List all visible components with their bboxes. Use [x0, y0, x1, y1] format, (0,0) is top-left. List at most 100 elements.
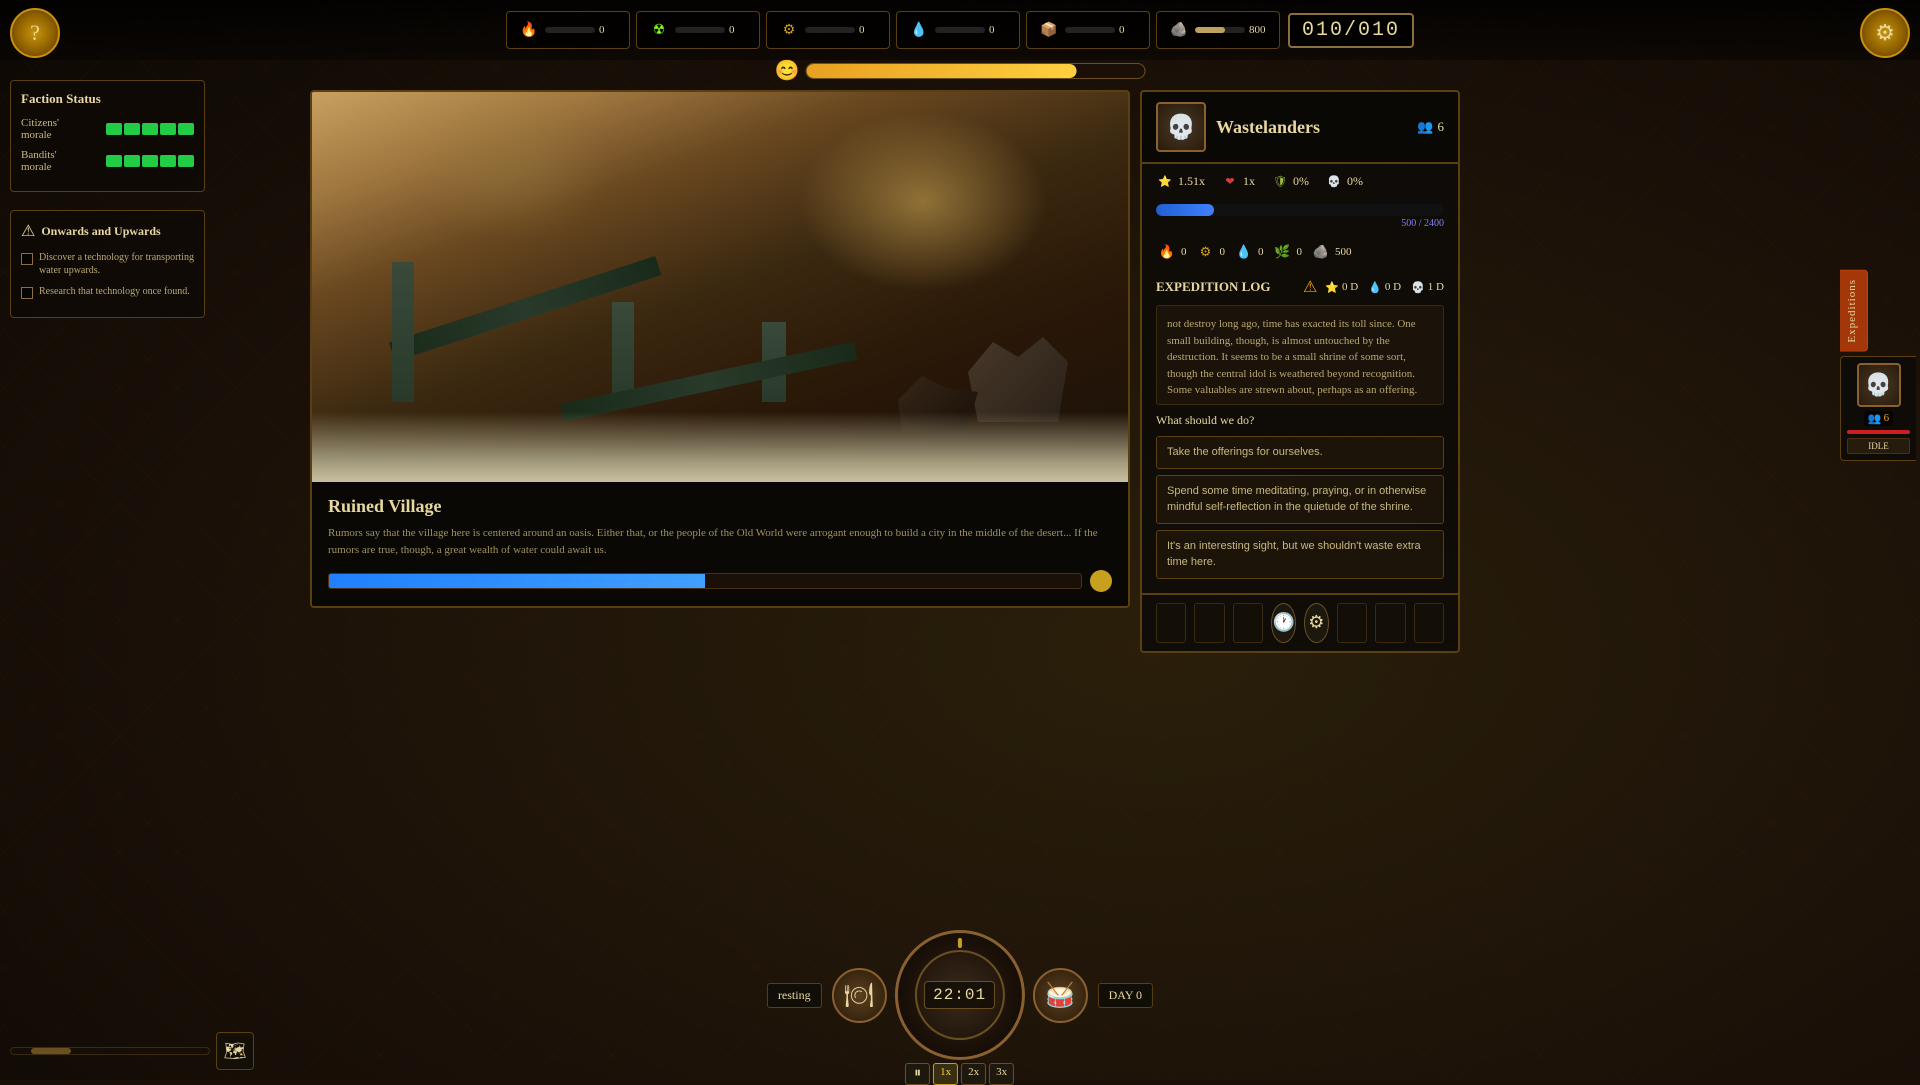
citizens-row: Citizens'morale: [21, 117, 194, 141]
objective-warning-icon: ⚠: [21, 221, 35, 241]
scrollbar-thumb: [31, 1048, 71, 1054]
citizens-label: Citizens'morale: [21, 117, 59, 141]
action-slot-6: [1414, 603, 1444, 643]
bottom-controls: resting 🍽 22:01 ⏸ 1x 2x 3x 🥁 DAY 0: [767, 930, 1153, 1060]
log-stat-val-3: 1 D: [1428, 281, 1444, 293]
res-val-5: 500: [1335, 246, 1352, 258]
location-progress: [328, 570, 1112, 592]
horizontal-scrollbar[interactable]: [10, 1047, 210, 1055]
choice-button-2[interactable]: Spend some time meditating, praying, or …: [1156, 475, 1444, 524]
choice-button-1[interactable]: Take the offerings for ourselves.: [1156, 436, 1444, 469]
clock-action-button[interactable]: 🕐: [1271, 603, 1296, 643]
expedition-question: What should we do?: [1156, 413, 1444, 428]
stat-attack: ⭐ 1.51x: [1156, 172, 1205, 190]
expeditions-tab[interactable]: Expeditions: [1840, 270, 1868, 352]
death-value: 0%: [1347, 174, 1363, 189]
dust-cloud-1: [798, 112, 1048, 292]
death-icon: 💀: [1325, 172, 1343, 190]
resource-bar: 🔥 0 ☢ 0 ⚙ 0 💧 0 📦: [506, 11, 1280, 49]
materials-bar: [805, 27, 855, 33]
expedition-progress-fill: [1156, 204, 1214, 216]
objective-checkbox-1[interactable]: [21, 253, 33, 265]
map-button[interactable]: 🗺: [216, 1032, 254, 1070]
speed-2x-button[interactable]: 2x: [961, 1063, 986, 1085]
expedition-card-emblem: 💀: [1857, 363, 1901, 407]
location-image: ▲: [312, 92, 1128, 482]
expedition-card[interactable]: 💀 👥 6 IDLE: [1840, 356, 1916, 461]
defense-value: 0%: [1293, 174, 1309, 189]
heat-value: 0: [599, 24, 619, 36]
morale-bar: [805, 63, 1145, 79]
stat-health: ❤ 1x: [1221, 172, 1255, 190]
action-slot-4: [1337, 603, 1367, 643]
pause-button[interactable]: ⏸: [905, 1063, 930, 1085]
choice-button-3[interactable]: It's an interesting sight, but we should…: [1156, 530, 1444, 579]
coal-bar: [1195, 27, 1245, 33]
objectives-panel: ⚠ Onwards and Upwards Discover a technol…: [10, 210, 205, 318]
count-icon: 👥: [1868, 412, 1882, 425]
help-button[interactable]: ?: [10, 8, 60, 58]
attack-icon: ⭐: [1156, 172, 1174, 190]
resource-coal: 🪨 800: [1156, 11, 1280, 49]
resource-prefabs: 📦 0: [1026, 11, 1150, 49]
pip: [160, 155, 176, 167]
expedition-progress-container: 500 / 2400: [1140, 198, 1460, 235]
settings-action-button[interactable]: ⚙: [1304, 603, 1329, 643]
log-header: EXPEDITION LOG ⚠ ⭐ 0 D 💧 0 D 💀 1 D: [1156, 277, 1444, 297]
ground: [312, 412, 1128, 482]
objective-text-2: Research that technology once found.: [39, 285, 190, 298]
action-slot-2: [1194, 603, 1224, 643]
timer-display: 010/010: [1288, 13, 1414, 48]
resource-food: ☢ 0: [636, 11, 760, 49]
expedition-progress-text: 500 / 2400: [1156, 218, 1444, 229]
location-description: Rumors say that the village here is cent…: [328, 525, 1112, 558]
prefabs-icon: 📦: [1037, 18, 1061, 42]
people-count: 👥 6: [1417, 119, 1444, 135]
bandits-label: Bandits'morale: [21, 149, 57, 173]
pip: [178, 123, 194, 135]
dust-cloud-2: [412, 92, 612, 242]
morale-bar-container: 😊: [775, 58, 1146, 83]
log-stat-2: 💧 0 D: [1368, 281, 1401, 294]
drum-button[interactable]: 🥁: [1033, 968, 1088, 1023]
expeditions-sidebar: Expeditions 💀 👥 6 IDLE: [1840, 270, 1920, 461]
coal-bar-fill: [1195, 27, 1225, 33]
objective-checkbox-2[interactable]: [21, 287, 33, 299]
main-content: ▲ Ruined Village Rumors say that the vil…: [310, 90, 1130, 608]
pip: [142, 155, 158, 167]
bandits-pips: [106, 155, 194, 167]
res-slot-2: ⚙ 0: [1195, 241, 1226, 263]
resource-materials: ⚙ 0: [766, 11, 890, 49]
log-stat-icon-3: 💀: [1411, 281, 1425, 294]
food-value: 0: [729, 24, 749, 36]
res-slot-4: 🌿 0: [1272, 241, 1303, 263]
morale-icon: 😊: [775, 58, 800, 83]
speed-3x-button[interactable]: 3x: [989, 1063, 1014, 1085]
action-slot-1: [1156, 603, 1186, 643]
location-info: Ruined Village Rumors say that the villa…: [312, 482, 1128, 606]
food-icon: ☢: [647, 18, 671, 42]
clock-dial: 22:01: [895, 930, 1025, 1060]
faction-emblem: 💀: [1156, 102, 1206, 152]
log-stat-1: ⭐ 0 D: [1325, 281, 1358, 294]
objective-item-2: Research that technology once found.: [21, 285, 194, 299]
settings-button[interactable]: ⚙: [1860, 8, 1910, 58]
top-bar: ? 🔥 0 ☢ 0 ⚙ 0 💧: [0, 0, 1920, 60]
expedition-progress-bar: [1156, 204, 1444, 216]
pip: [124, 155, 140, 167]
support-2: [612, 302, 634, 402]
food-bar: [675, 27, 725, 33]
res-slot-5: 🪨 500: [1310, 241, 1352, 263]
expedition-action-bar: 🕐 ⚙: [1140, 593, 1460, 653]
water-bar: [935, 27, 985, 33]
log-stat-val-2: 0 D: [1385, 281, 1401, 293]
res-val-3: 0: [1258, 246, 1264, 258]
food-button[interactable]: 🍽: [832, 968, 887, 1023]
pip: [106, 155, 122, 167]
bottom-left: 🗺: [10, 1032, 254, 1070]
attack-value: 1.51x: [1178, 174, 1205, 189]
people-number: 6: [1438, 119, 1445, 135]
speed-1x-button[interactable]: 1x: [933, 1063, 958, 1085]
location-panel: ▲ Ruined Village Rumors say that the vil…: [310, 90, 1130, 608]
support-1: [392, 262, 414, 402]
